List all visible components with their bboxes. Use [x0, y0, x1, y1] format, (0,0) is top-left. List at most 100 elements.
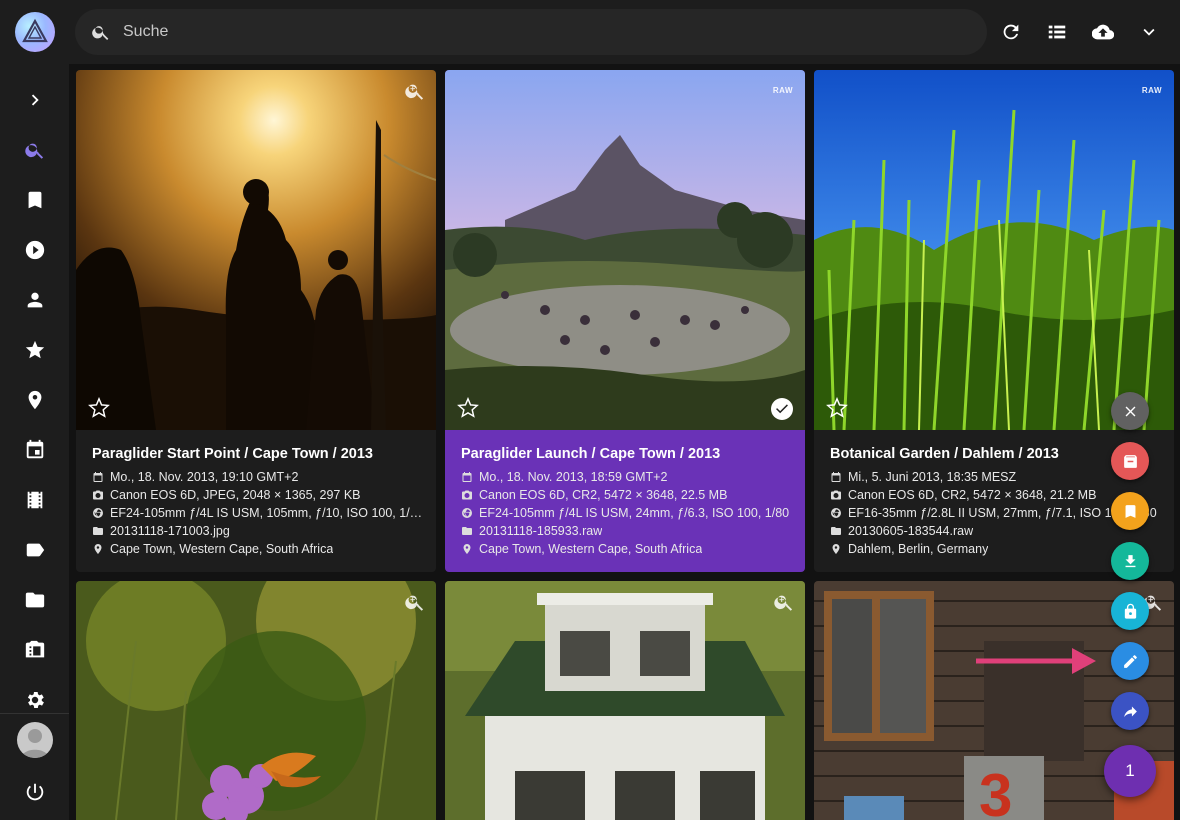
- chevron-down-icon: [1143, 28, 1155, 36]
- more-menu-button[interactable]: [1133, 16, 1165, 48]
- app-logo[interactable]: [15, 12, 55, 52]
- sidebar-item-albums[interactable]: [0, 176, 69, 224]
- highlight-arrow-icon: [976, 648, 1096, 674]
- add-to-album-button[interactable]: [1111, 492, 1149, 530]
- photo-card-selected[interactable]: RAW Paraglider Launch / Cape Town / 2013…: [445, 70, 805, 572]
- photo-date: Mo., 18. Nov. 2013, 18:59 GMT+2: [461, 468, 797, 486]
- photo-thumbnail[interactable]: [445, 581, 805, 820]
- selection-count: 1: [1125, 761, 1135, 780]
- raw-badge: RAW: [772, 86, 793, 95]
- clear-selection-button[interactable]: [1111, 392, 1149, 430]
- power-icon: [26, 783, 43, 801]
- photo-title[interactable]: Paraglider Launch / Cape Town / 2013: [461, 446, 797, 462]
- avatar[interactable]: [17, 722, 53, 758]
- zoom-in-icon: [405, 84, 424, 100]
- user-avatar-icon: [21, 729, 49, 758]
- share-button[interactable]: [1111, 692, 1149, 730]
- photo-thumbnail[interactable]: [445, 70, 805, 430]
- file-icon: [831, 527, 841, 535]
- star-outline-icon: [826, 396, 848, 418]
- archive-button[interactable]: [1111, 442, 1149, 480]
- photo-lens: EF24-105mm ƒ/4L IS USM, 105mm, ƒ/10, ISO…: [92, 504, 428, 522]
- bookmark-icon: [1125, 504, 1135, 518]
- sidebar: [0, 0, 69, 820]
- zoom-in-icon: [774, 595, 793, 611]
- sidebar-item-library[interactable]: [0, 626, 69, 674]
- photo-thumbnail[interactable]: [814, 70, 1174, 430]
- film-icon: [27, 491, 42, 509]
- zoom-button[interactable]: [773, 591, 795, 613]
- cloud-upload-icon: [1092, 24, 1114, 40]
- calendar-icon: [462, 472, 472, 482]
- aperture-icon: [831, 508, 841, 518]
- raw-badge: RAW: [1141, 86, 1162, 95]
- selection-count-button[interactable]: 1: [1104, 745, 1156, 797]
- sidebar-item-settings[interactable]: [0, 676, 69, 724]
- lock-icon: [1124, 603, 1136, 619]
- zoom-button[interactable]: [404, 591, 426, 613]
- sidebar-item-search[interactable]: [0, 126, 69, 174]
- photo-location[interactable]: Cape Town, Western Cape, South Africa: [92, 540, 428, 558]
- edit-button[interactable]: [1111, 642, 1149, 680]
- photo-file: 20130605-183544.raw: [830, 522, 1166, 540]
- person-icon: [27, 292, 42, 308]
- refresh-button[interactable]: [995, 16, 1027, 48]
- edit-icon: [1123, 654, 1137, 668]
- sidebar-item-videos[interactable]: [0, 226, 69, 274]
- list-view-icon: [1048, 25, 1066, 39]
- library-icon: [25, 640, 44, 658]
- sidebar-item-labels[interactable]: [0, 526, 69, 574]
- sidebar-item-people[interactable]: [0, 276, 69, 324]
- download-icon: [1125, 554, 1135, 567]
- selected-check[interactable]: [771, 398, 793, 420]
- list-view-button[interactable]: [1041, 16, 1073, 48]
- sidebar-item-folders[interactable]: [0, 576, 69, 624]
- place-icon: [832, 544, 840, 554]
- close-icon: [1125, 406, 1135, 416]
- refresh-icon: [1003, 24, 1019, 40]
- aperture-icon: [462, 508, 472, 518]
- photo-card[interactable]: [445, 581, 805, 820]
- svg-text:3: 3: [979, 762, 1012, 820]
- sidebar-item-moments[interactable]: [0, 476, 69, 524]
- favorite-toggle[interactable]: [457, 396, 479, 419]
- file-icon: [462, 527, 472, 535]
- photo-meta: Paraglider Launch / Cape Town / 2013 Mo.…: [461, 446, 797, 558]
- folder-icon: [25, 592, 44, 608]
- private-button[interactable]: [1111, 592, 1149, 630]
- place-icon: [463, 544, 471, 554]
- check-icon: [776, 404, 788, 414]
- upload-button[interactable]: [1087, 16, 1119, 48]
- star-outline-icon: [457, 396, 479, 418]
- photo-card[interactable]: Paraglider Start Point / Cape Town / 201…: [76, 70, 436, 572]
- photo-camera: Canon EOS 6D, JPEG, 2048 × 1365, 297 KB: [92, 486, 428, 504]
- zoom-in-icon: [405, 595, 424, 611]
- place-icon: [28, 390, 41, 410]
- photo-camera: Canon EOS 6D, CR2, 5472 × 3648, 22.5 MB: [461, 486, 797, 504]
- calendar-icon: [831, 472, 841, 482]
- sidebar-expand-button[interactable]: [0, 76, 69, 124]
- photo-date: Mo., 18. Nov. 2013, 19:10 GMT+2: [92, 468, 428, 486]
- zoom-button[interactable]: [404, 80, 426, 102]
- favorite-toggle[interactable]: [88, 396, 110, 419]
- photo-thumbnail[interactable]: [76, 581, 436, 820]
- photo-card[interactable]: [76, 581, 436, 820]
- play-icon: [25, 240, 44, 260]
- favorite-toggle[interactable]: [826, 396, 848, 419]
- logout-button[interactable]: [0, 768, 69, 816]
- camera-icon: [462, 490, 472, 500]
- photo-location[interactable]: Cape Town, Western Cape, South Africa: [461, 540, 797, 558]
- place-icon: [94, 544, 102, 554]
- photo-file: 20131118-185933.raw: [461, 522, 797, 540]
- sidebar-item-calendar[interactable]: [0, 426, 69, 474]
- search-input[interactable]: [123, 9, 963, 55]
- sidebar-item-places[interactable]: [0, 376, 69, 424]
- photo-title[interactable]: Paraglider Start Point / Cape Town / 201…: [92, 446, 428, 462]
- sidebar-item-favorites[interactable]: [0, 326, 69, 374]
- camera-icon: [93, 490, 103, 500]
- photo-thumbnail[interactable]: [76, 70, 436, 430]
- download-button[interactable]: [1111, 542, 1149, 580]
- search-icon: [24, 143, 43, 159]
- search-bar: [75, 9, 987, 55]
- gear-icon: [27, 692, 44, 708]
